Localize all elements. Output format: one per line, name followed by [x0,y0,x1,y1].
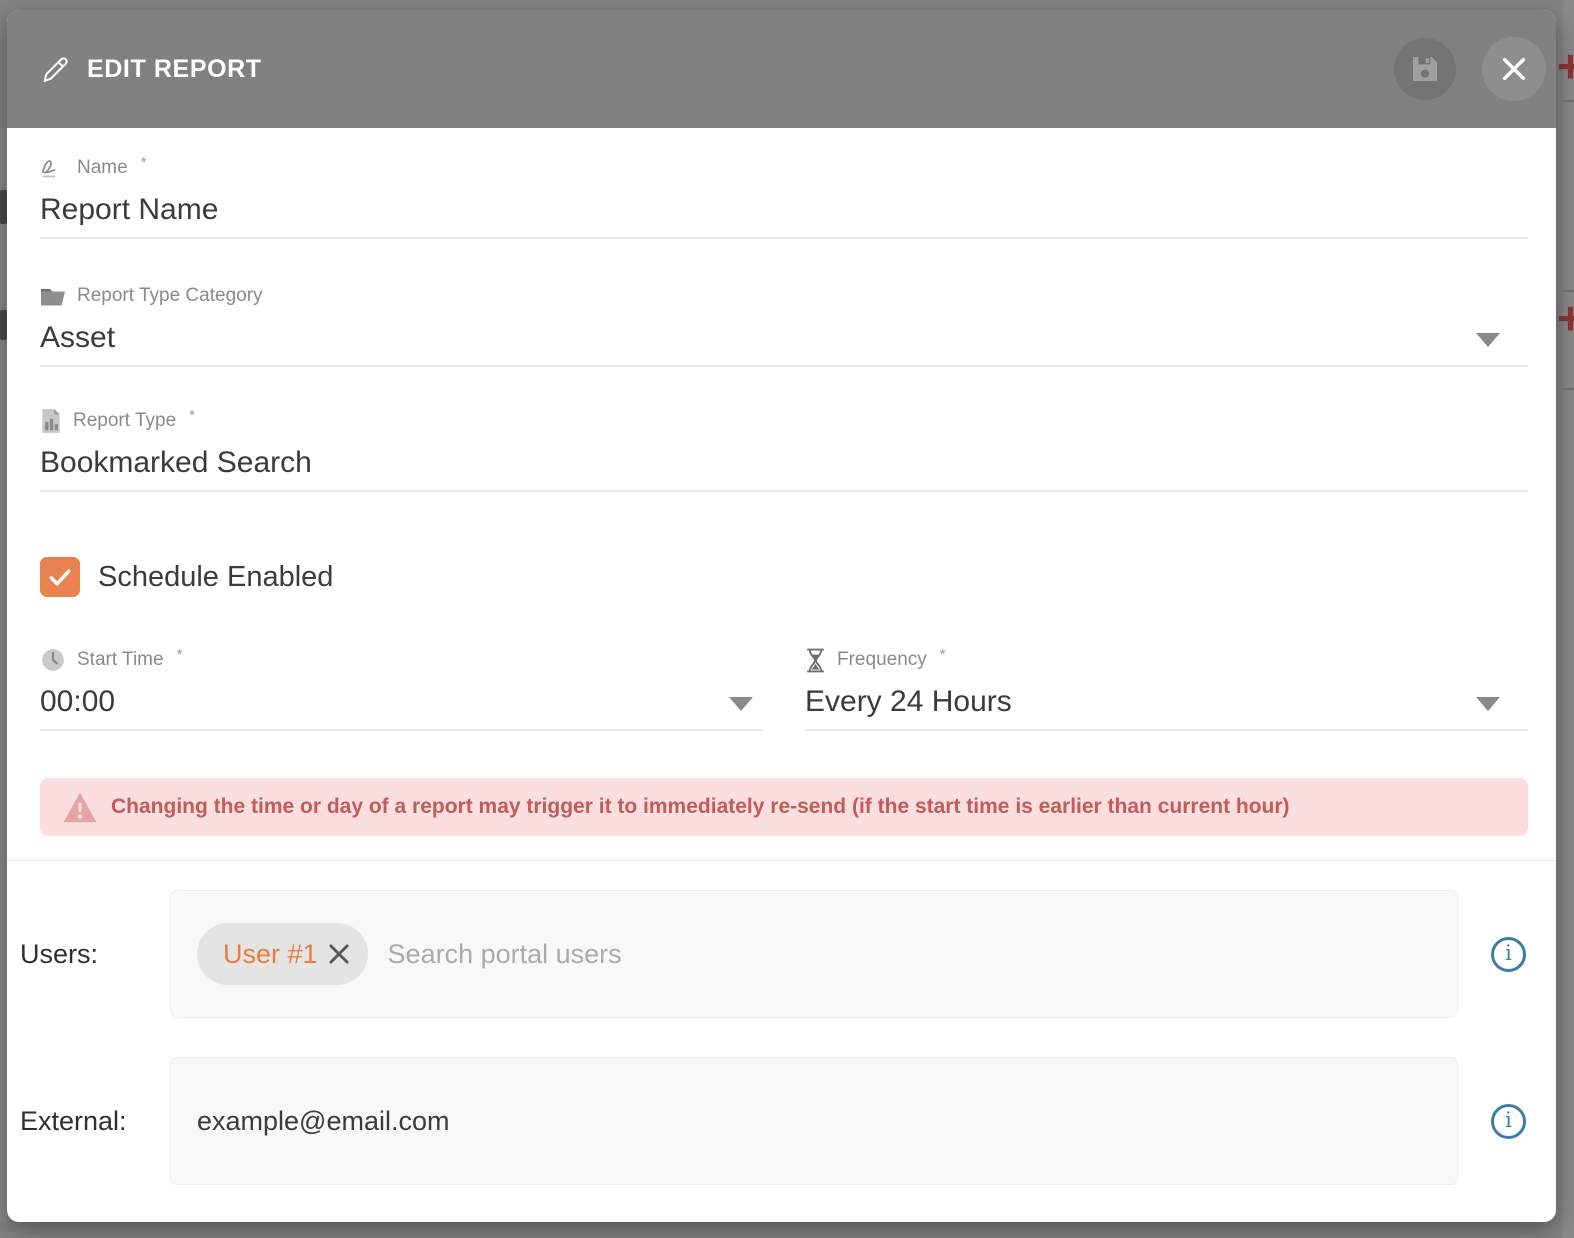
background-left-edge [0,128,7,1222]
name-label: Name [77,155,128,181]
pencil-icon [40,53,72,85]
edit-report-modal: EDIT REPORT [7,10,1556,1222]
start-time-value: 00:00 [40,685,115,718]
background-plus-icon: + [1557,46,1574,86]
signature-icon [40,156,66,180]
section-divider [7,860,1556,861]
required-asterisk: * [940,642,946,668]
start-time-select[interactable]: Start Time * 00:00 [40,647,763,731]
save-icon [1409,53,1441,85]
save-button[interactable] [1394,38,1456,100]
report-doc-icon [40,408,62,434]
schedule-warning-banner: Changing the time or day of a report may… [40,778,1528,836]
users-row: Users: User #1 i [20,890,1528,1018]
chevron-down-icon [1476,333,1500,347]
check-icon [46,563,74,591]
user-chip[interactable]: User #1 [197,923,368,985]
report-type-label: Report Type [73,408,176,434]
report-type-field[interactable]: Report Type * Bookmarked Search [40,408,1528,492]
users-label: Users: [20,939,170,970]
user-chip-label: User #1 [223,939,318,970]
hourglass-icon [805,648,826,673]
users-search-input[interactable] [388,939,1439,970]
modal-title: EDIT REPORT [87,55,262,84]
frequency-select[interactable]: Frequency * Every 24 Hours [805,647,1528,731]
modal-header: EDIT REPORT [7,10,1556,128]
users-info-icon[interactable]: i [1491,937,1526,972]
name-value: Report Name [40,193,218,226]
chevron-down-icon [1476,697,1500,711]
background-right-edge: + + [1563,0,1574,1238]
close-icon [1498,53,1530,85]
chip-remove-icon[interactable] [324,939,354,969]
external-email-input[interactable] [197,1106,1439,1137]
warning-icon [62,791,98,824]
frequency-label: Frequency [837,647,927,673]
start-time-label: Start Time [77,647,164,673]
category-value: Asset [40,321,115,354]
warning-text: Changing the time or day of a report may… [111,795,1290,819]
report-type-value: Bookmarked Search [40,446,312,479]
schedule-checkbox[interactable] [40,557,80,597]
frequency-value: Every 24 Hours [805,685,1012,718]
required-asterisk: * [189,403,195,429]
close-button[interactable] [1482,37,1546,101]
schedule-label: Schedule Enabled [98,561,333,594]
name-field[interactable]: Name * Report Name [40,155,1528,239]
chevron-down-icon [729,697,753,711]
folder-icon [40,285,66,307]
clock-icon [40,647,66,673]
users-search-box[interactable]: User #1 [170,890,1458,1018]
report-type-category-select[interactable]: Report Type Category Asset [40,283,1528,367]
required-asterisk: * [141,150,147,176]
category-label: Report Type Category [77,283,263,309]
external-row: External: i [20,1057,1528,1185]
external-email-box[interactable] [170,1057,1458,1185]
background-plus-icon: + [1557,298,1574,338]
external-info-icon[interactable]: i [1491,1104,1526,1139]
required-asterisk: * [177,642,183,668]
external-label: External: [20,1106,170,1137]
